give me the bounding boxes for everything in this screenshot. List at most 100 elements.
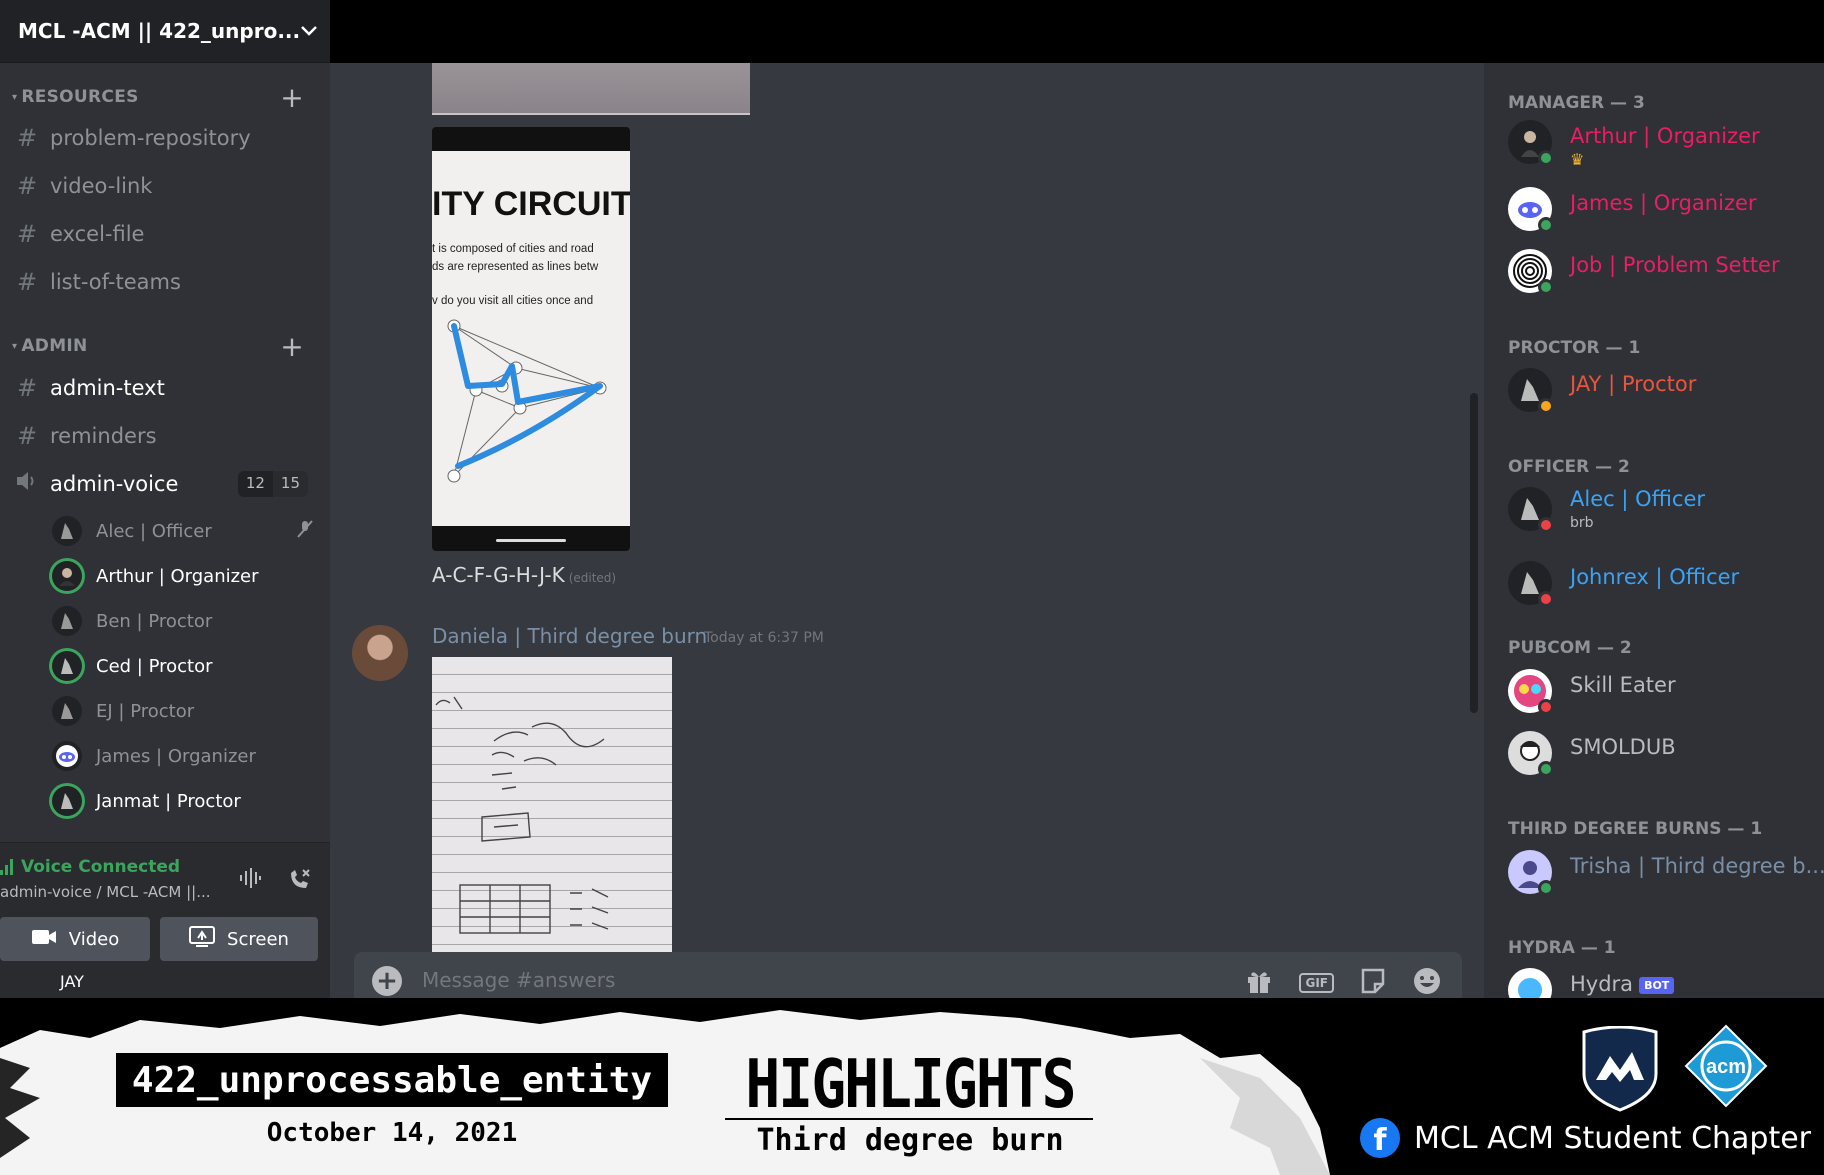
attachment-image-partial[interactable]	[432, 63, 750, 115]
channel-label: admin-text	[50, 376, 165, 400]
gif-button[interactable]: GIF	[1299, 973, 1334, 993]
channel-list-of-teams[interactable]: # list-of-teams	[8, 262, 318, 302]
screen-share-button[interactable]: Screen	[160, 917, 318, 961]
channel-video-link[interactable]: # video-link	[8, 166, 318, 206]
channel-label: list-of-teams	[50, 270, 181, 294]
member-item[interactable]: Arthur | Organizer ♛	[1508, 118, 1818, 169]
member-name: Arthur | Organizer	[1570, 124, 1760, 148]
member-item[interactable]: SMOLDUB	[1508, 729, 1818, 777]
message-author[interactable]: Daniela | Third degree burn	[432, 624, 707, 648]
message-composer[interactable]: + Message #answers GIF	[354, 952, 1462, 998]
message-timestamp: Today at 6:37 PM	[704, 630, 824, 646]
voice-location[interactable]: admin-voice / MCL -ACM ||...	[0, 883, 211, 901]
avatar	[52, 561, 82, 591]
facebook-page-name: MCL ACM Student Chapter	[1414, 1120, 1812, 1156]
dnd-status-icon	[1538, 591, 1554, 607]
mcl-shield-logo	[1580, 1025, 1660, 1116]
dnd-status-icon	[1538, 699, 1554, 715]
idle-status-icon	[1538, 398, 1554, 414]
member-item[interactable]: Job | Problem Setter	[1508, 247, 1818, 295]
server-header[interactable]: MCL -ACM || 422_unpro...	[0, 0, 330, 63]
emoji-icon[interactable]	[1412, 966, 1442, 998]
voice-user-name: Janmat | Proctor	[96, 790, 241, 812]
channel-label: excel-file	[50, 222, 145, 246]
user-panel[interactable]: JAY	[0, 972, 330, 998]
member-item[interactable]: James | Organizer	[1508, 185, 1818, 233]
avatar	[52, 741, 82, 771]
avatar[interactable]	[352, 625, 408, 681]
role-header: OFFICER — 2	[1508, 457, 1630, 477]
category-label: RESOURCES	[21, 87, 139, 107]
voice-user[interactable]: Janmat | Proctor	[52, 781, 322, 821]
attachment-image-phone-screenshot[interactable]: ITY CIRCUIT t is composed of cities and …	[432, 127, 630, 551]
voice-user-name: Ced | Proctor	[96, 655, 213, 677]
member-item[interactable]: Skill Eater	[1508, 667, 1818, 715]
message-body: A-C-F-G-H-J-K	[432, 563, 565, 587]
avatar	[52, 696, 82, 726]
video-button[interactable]: Video	[0, 917, 150, 961]
channel-problem-repository[interactable]: # problem-repository	[8, 118, 318, 158]
voice-status[interactable]: Voice Connected	[0, 857, 180, 877]
voice-user[interactable]: EJ | Proctor	[52, 691, 322, 731]
event-date: October 14, 2021	[266, 1118, 518, 1148]
voice-connected-panel: Voice Connected admin-voice / MCL -ACM |…	[0, 842, 330, 972]
role-header: MANAGER — 3	[1508, 93, 1645, 113]
member-name: SMOLDUB	[1570, 735, 1676, 759]
phone-text-line: t is composed of cities and road	[432, 243, 594, 255]
avatar	[52, 606, 82, 636]
add-channel-icon[interactable]: +	[280, 81, 304, 114]
member-item[interactable]: Johnrex | Officer	[1508, 559, 1818, 607]
disconnect-icon[interactable]	[288, 867, 312, 895]
channel-label: reminders	[50, 424, 157, 448]
add-channel-icon[interactable]: +	[280, 330, 304, 363]
camera-icon	[31, 928, 57, 951]
category-label: ADMIN	[21, 336, 88, 356]
chat-area: ITY CIRCUIT t is composed of cities and …	[330, 63, 1484, 998]
phone-text-line: ds are represented as lines betw	[432, 261, 599, 273]
voice-status-label: Voice Connected	[21, 857, 181, 877]
message-input[interactable]: Message #answers	[422, 968, 615, 992]
hash-icon: #	[16, 422, 38, 450]
voice-user[interactable]: James | Organizer	[52, 736, 322, 776]
chevron-down-icon: ▾	[12, 340, 18, 352]
voice-user[interactable]: Alec | Officer	[52, 511, 322, 551]
member-name: Alec | Officer	[1570, 487, 1706, 511]
channel-excel-file[interactable]: # excel-file	[8, 214, 318, 254]
channel-label: admin-voice	[50, 472, 179, 496]
dnd-status-icon	[1538, 517, 1554, 533]
member-name: Johnrex | Officer	[1570, 565, 1740, 589]
voice-user[interactable]: Arthur | Organizer	[52, 556, 322, 596]
noise-suppression-icon[interactable]	[238, 867, 262, 895]
server-name: MCL -ACM || 422_unpro...	[18, 19, 301, 43]
category-resources[interactable]: ▾ RESOURCES +	[0, 81, 330, 114]
voice-user-count-badge: 12 15	[237, 471, 308, 497]
voice-channel-admin-voice[interactable]: admin-voice 12 15	[8, 464, 318, 504]
message-text: A-C-F-G-H-J-K (edited)	[432, 563, 616, 587]
gift-icon[interactable]	[1245, 967, 1273, 998]
member-item[interactable]: Trisha | Third degree b...	[1508, 848, 1824, 896]
phone-title: ITY CIRCUIT	[432, 185, 630, 223]
highlights-title: HIGHLIGHTS	[745, 1044, 1076, 1124]
sticker-icon[interactable]	[1360, 967, 1386, 998]
channel-reminders[interactable]: # reminders	[8, 416, 318, 456]
online-status-icon	[1538, 217, 1554, 233]
category-admin[interactable]: ▾ ADMIN +	[0, 330, 330, 363]
channel-label: video-link	[50, 174, 153, 198]
avatar	[1508, 968, 1552, 998]
chevron-down-icon: ▾	[12, 91, 18, 103]
highlights-banner: 422_unprocessable_entity October 14, 202…	[0, 998, 1824, 1175]
chevron-down-icon[interactable]	[300, 21, 318, 41]
facebook-page-link[interactable]: f MCL ACM Student Chapter	[1360, 1118, 1811, 1158]
upload-plus-icon[interactable]: +	[372, 966, 402, 996]
voice-user[interactable]: Ced | Proctor	[52, 646, 322, 686]
bot-badge: BOT	[1639, 976, 1675, 994]
channel-admin-text[interactable]: # admin-text	[8, 368, 318, 408]
member-item[interactable]: JAY | Proctor	[1508, 366, 1818, 414]
member-item[interactable]: Hydra BOT	[1508, 966, 1818, 998]
divider	[725, 1118, 1093, 1120]
online-status-icon	[1538, 761, 1554, 777]
voice-user[interactable]: Ben | Proctor	[52, 601, 322, 641]
attachment-image-handwritten-notes[interactable]	[432, 657, 672, 957]
member-item[interactable]: Alec | Officer brb	[1508, 485, 1818, 533]
chat-scrollbar[interactable]	[1470, 393, 1478, 713]
